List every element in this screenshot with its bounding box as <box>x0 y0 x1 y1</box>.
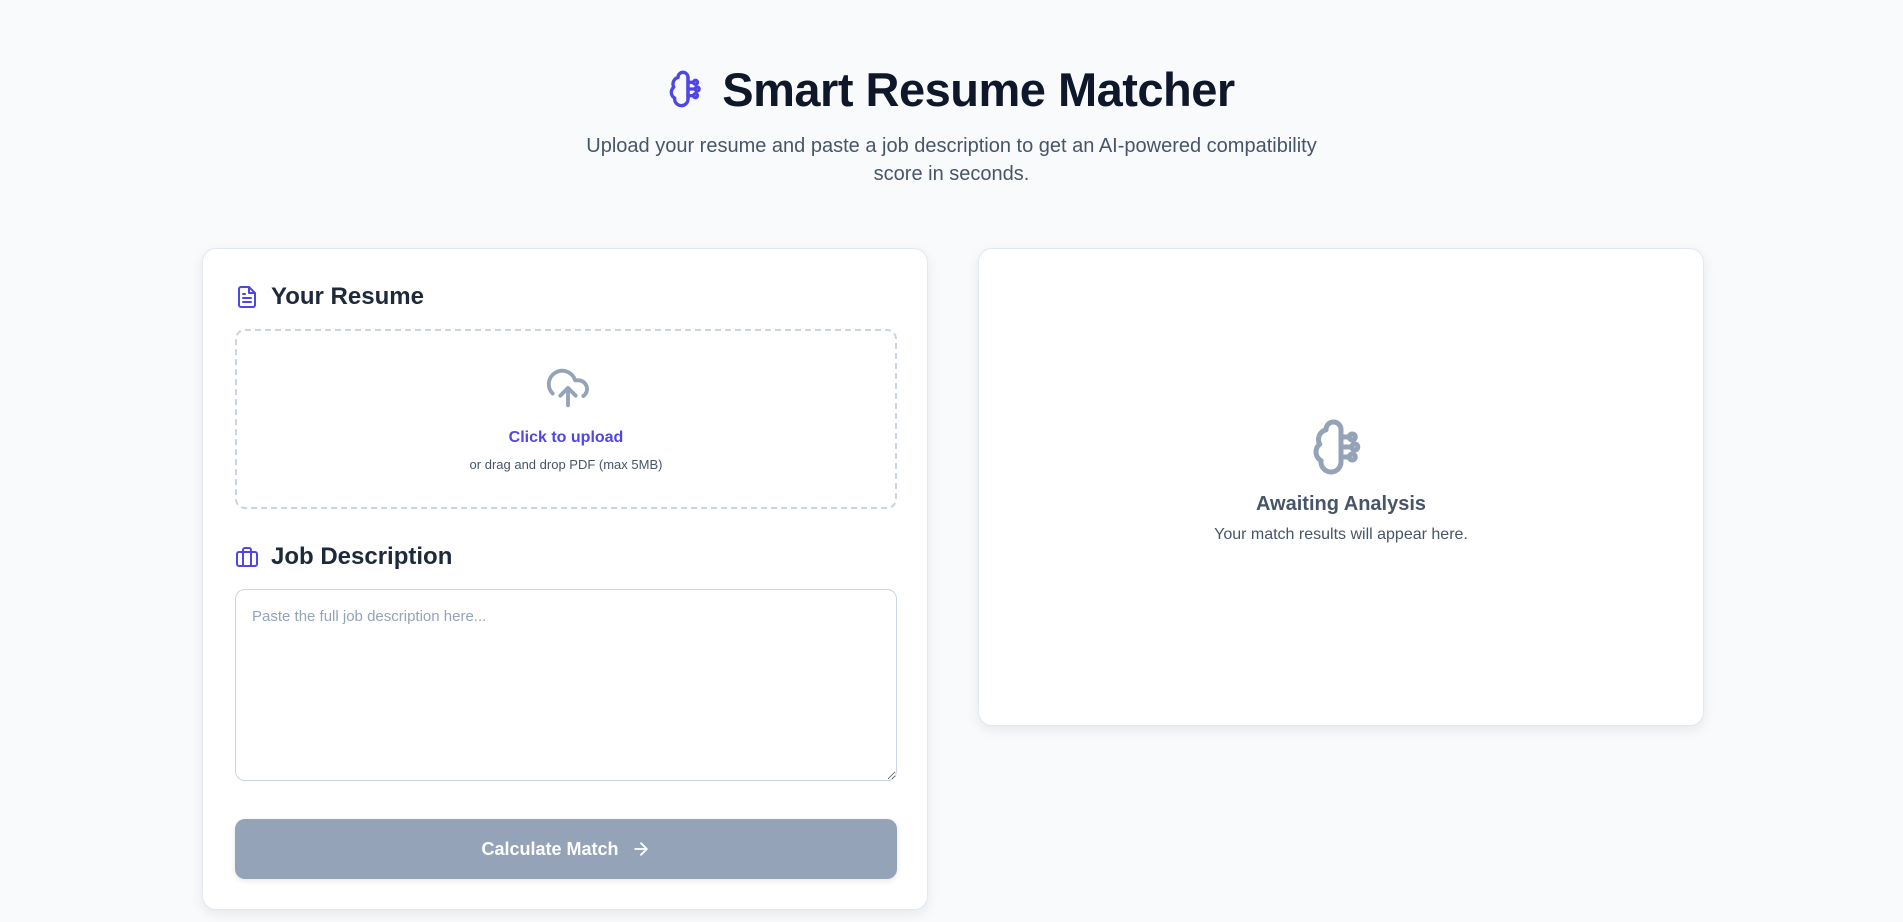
briefcase-icon <box>235 545 259 569</box>
results-brain-icon <box>1311 417 1371 477</box>
page: Smart Resume Matcher Upload your resume … <box>0 0 1903 922</box>
title-row: Smart Resume Matcher <box>0 58 1903 120</box>
input-card: Your Resume Click to upload or drag and … <box>202 248 928 910</box>
job-heading-label: Job Description <box>271 543 453 570</box>
calculate-match-label: Calculate Match <box>481 838 619 859</box>
page-subtitle: Upload your resume and paste a job descr… <box>586 135 1317 185</box>
results-status: Awaiting Analysis <box>1255 493 1427 515</box>
results-card: Awaiting Analysis Your match results wil… <box>978 248 1704 726</box>
results-message: Your match results will appear here. <box>1214 526 1468 543</box>
resume-upload-dropzone[interactable]: Click to upload or drag and drop PDF (ma… <box>235 329 897 509</box>
upload-hint: or drag and drop PDF (max 5MB) <box>469 457 663 472</box>
page-title: Smart Resume Matcher <box>722 62 1235 116</box>
arrow-right-icon <box>631 839 651 859</box>
upload-cta[interactable]: Click to upload <box>237 429 895 447</box>
file-text-icon <box>235 285 259 309</box>
cloud-upload-icon <box>545 365 591 411</box>
resume-section-heading: Your Resume <box>235 283 424 311</box>
brain-icon <box>668 69 708 109</box>
calculate-match-button[interactable]: Calculate Match <box>235 819 897 879</box>
job-description-input[interactable] <box>235 589 897 781</box>
results-placeholder: Awaiting Analysis Your match results wil… <box>979 417 1703 544</box>
job-section-heading: Job Description <box>235 543 452 571</box>
resume-heading-label: Your Resume <box>271 283 424 310</box>
app-header: Smart Resume Matcher Upload your resume … <box>0 58 1903 188</box>
